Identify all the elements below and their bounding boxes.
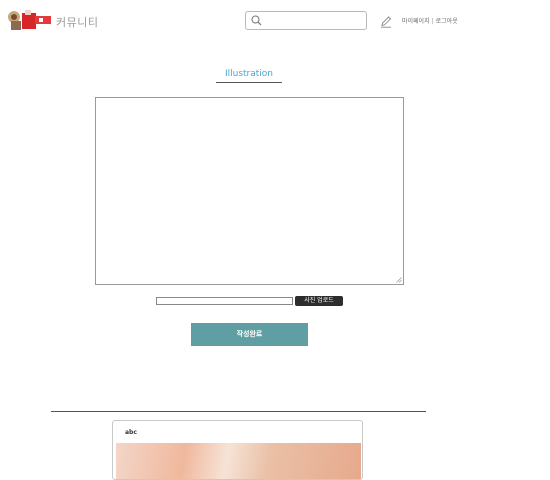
top-nav: 마이페이지 | 로그아웃 <box>402 16 458 25</box>
logo-image <box>8 10 51 30</box>
resize-handle-icon[interactable] <box>396 277 402 283</box>
search-input[interactable] <box>266 13 362 28</box>
logout-link[interactable]: 로그아웃 <box>436 18 458 25</box>
post-content-textarea[interactable] <box>95 97 404 285</box>
tab-underline <box>216 82 282 83</box>
post-card[interactable]: abc <box>112 420 363 480</box>
nav-separator: | <box>431 18 434 25</box>
post-card-title: abc <box>125 429 137 436</box>
search-icon <box>251 15 262 26</box>
search-box[interactable] <box>245 11 367 30</box>
tab-illustration[interactable]: Illustration <box>216 69 282 79</box>
file-path-field[interactable] <box>156 297 293 305</box>
mypage-link[interactable]: 마이페이지 <box>402 18 430 25</box>
community-logo[interactable] <box>6 8 52 32</box>
post-card-image <box>116 443 361 479</box>
photo-upload-button[interactable]: 사진 업로드 <box>295 296 343 306</box>
pencil-icon <box>381 16 392 28</box>
section-divider <box>51 411 426 412</box>
submit-button[interactable]: 작성완료 <box>191 323 308 346</box>
write-post-button[interactable] <box>380 13 392 28</box>
brand-title[interactable]: 커뮤니티 <box>56 14 98 30</box>
